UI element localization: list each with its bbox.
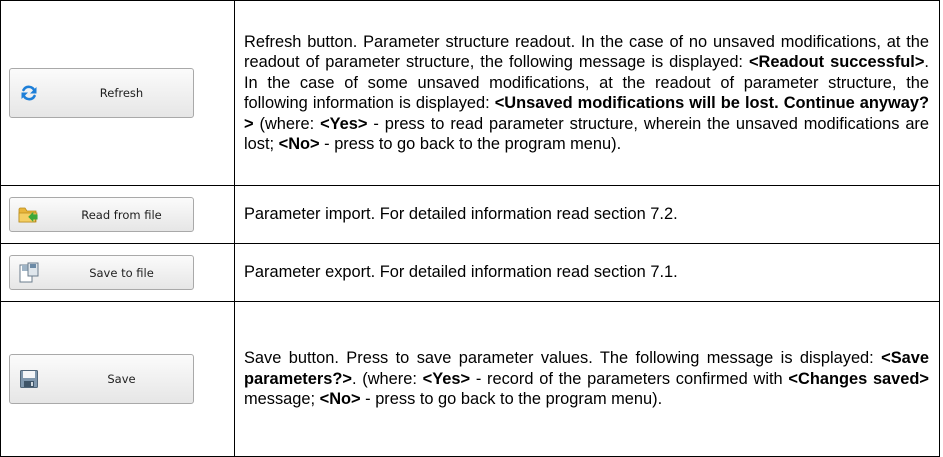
read-from-file-button[interactable]: Read from file bbox=[9, 197, 194, 232]
refresh-description: Refresh button. Parameter structure read… bbox=[234, 0, 940, 186]
message-text-bold: <Yes> bbox=[320, 114, 368, 133]
refresh-button[interactable]: Refresh bbox=[9, 68, 194, 118]
description-text: - record of the parameters confirmed wit… bbox=[470, 369, 789, 388]
message-text-bold: <Yes> bbox=[422, 369, 471, 388]
table-row-read-from-file: Read from file Parameter import. For det… bbox=[0, 185, 940, 244]
save-to-file-button-label: Save to file bbox=[89, 265, 154, 280]
description-text: Save button. Press to save parameter val… bbox=[244, 349, 882, 368]
table-row-save: Save Save button. Press to save paramete… bbox=[0, 301, 940, 457]
description-text: - press to go back to the program menu). bbox=[319, 135, 622, 153]
button-cell: Refresh bbox=[0, 0, 235, 186]
save-to-file-description: Parameter export. For detailed informati… bbox=[234, 243, 940, 302]
message-text-bold: <Readout successful> bbox=[748, 53, 925, 71]
save-description: Save button. Press to save parameter val… bbox=[234, 301, 940, 457]
description-text: Parameter export. For detailed informati… bbox=[244, 263, 678, 282]
description-text: message; bbox=[244, 390, 320, 409]
button-description-table: Refresh Refresh button. Parameter struct… bbox=[0, 0, 940, 457]
refresh-icon bbox=[18, 82, 40, 104]
table-row-save-to-file: Save to file Parameter export. For detai… bbox=[0, 243, 940, 302]
message-text-bold: <No> bbox=[278, 135, 320, 153]
save-button-label: Save bbox=[107, 372, 136, 386]
description-text: Parameter import. For detailed informati… bbox=[244, 205, 678, 224]
message-text-bold: <Changes saved> bbox=[788, 369, 929, 388]
button-cell: Save bbox=[0, 301, 235, 457]
folder-import-icon bbox=[18, 204, 40, 226]
description-text: (where: bbox=[253, 114, 321, 133]
save-to-file-button[interactable]: Save to file bbox=[9, 255, 194, 290]
read-from-file-description: Parameter import. For detailed informati… bbox=[234, 185, 940, 244]
refresh-button-label: Refresh bbox=[99, 86, 144, 100]
message-text-bold: <No> bbox=[319, 390, 361, 409]
read-from-file-button-label: Read from file bbox=[81, 207, 162, 222]
description-text: - press to go back to the program menu). bbox=[360, 390, 663, 409]
table-row-refresh: Refresh Refresh button. Parameter struct… bbox=[0, 0, 940, 186]
button-cell: Save to file bbox=[0, 243, 235, 302]
save-to-file-icon bbox=[18, 262, 40, 284]
description-text: . (where: bbox=[351, 369, 423, 388]
floppy-disk-icon bbox=[18, 368, 40, 390]
button-cell: Read from file bbox=[0, 185, 235, 244]
save-button[interactable]: Save bbox=[9, 354, 194, 404]
